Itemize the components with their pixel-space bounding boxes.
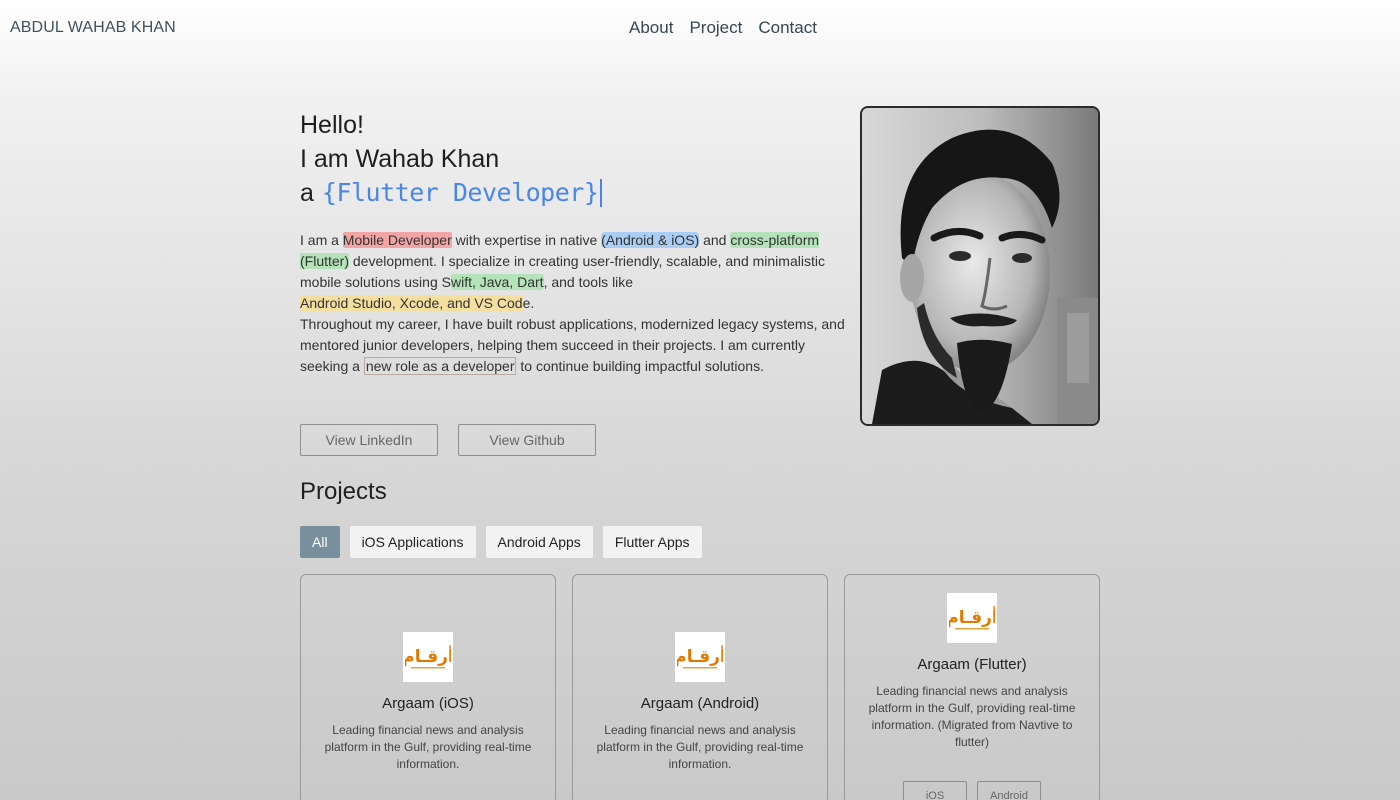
nav-contact[interactable]: Contact [758,18,817,38]
project-filters: All iOS Applications Android Apps Flutte… [300,526,702,558]
hero-bio: I am a Mobile Developer with expertise i… [300,230,850,377]
site-brand[interactable]: ABDUL WAHAB KHAN [10,19,176,37]
bio-text: e. [522,295,535,311]
filter-android[interactable]: Android Apps [485,526,593,558]
project-tags: iOS Android [903,781,1041,800]
bio-text: to continue building impactful solutions… [516,358,764,374]
argaam-logo-mark: أرقـام [677,645,723,669]
bio-highlight-mobile: Mobile Developer [342,232,452,248]
bio-highlight-languages: wift, Java, Dart [450,274,544,290]
projects-heading: Projects [300,478,387,505]
hero-buttons: View LinkedIn View Github [300,424,596,456]
nav-about[interactable]: About [629,18,673,38]
profile-photo [860,106,1100,426]
logo-text: أرقـام [949,606,995,628]
bio-highlight-native: (Android & iOS) [601,232,700,248]
argaam-logo: أرقـام [947,593,997,643]
project-card[interactable]: أرقـام Argaam (Android) Leading financia… [572,574,828,800]
bio-text: with expertise in native [451,232,602,248]
greeting-hello: Hello! [300,111,364,139]
argaam-logo: أرقـام [403,632,453,682]
argaam-logo-mark: أرقـام [405,645,451,669]
filter-flutter[interactable]: Flutter Apps [602,526,702,558]
greeting-name: I am Wahab Khan [300,145,500,173]
main-nav: About Project Contact [629,18,817,38]
project-title: Argaam (iOS) [382,695,474,712]
tag-ios-button[interactable]: iOS [903,781,967,800]
bio-highlight-role: new role as a developer [363,357,517,375]
nav-project[interactable]: Project [689,18,742,38]
project-card[interactable]: أرقـام Argaam (iOS) Leading financial ne… [300,574,556,800]
project-description: Leading financial news and analysis plat… [868,684,1076,749]
filter-all[interactable]: All [300,526,340,558]
hero-greeting: Hello! I am Wahab Khan a {Flutter Develo… [300,108,850,210]
project-cards: أرقـام Argaam (iOS) Leading financial ne… [300,574,1100,800]
typing-caret [600,179,603,207]
project-card[interactable]: أرقـام Argaam (Flutter) Leading financia… [844,574,1100,800]
greeting-role-line: a {Flutter Developer} [300,176,850,210]
project-description: Leading financial news and analysis plat… [324,723,532,771]
greeting-prefix: a [300,179,314,207]
bio-text: , and tools like [543,274,634,290]
view-github-button[interactable]: View Github [458,424,596,456]
argaam-logo: أرقـام [675,632,725,682]
project-description: Leading financial news and analysis plat… [596,723,804,771]
filter-ios[interactable]: iOS Applications [349,526,476,558]
argaam-logo-mark: أرقـام [949,606,995,630]
logo-text: أرقـام [405,645,451,667]
hero-section: Hello! I am Wahab Khan a {Flutter Develo… [300,108,850,377]
bio-text: and [699,232,731,248]
project-title: Argaam (Flutter) [917,656,1027,673]
tag-android-button[interactable]: Android [977,781,1041,800]
logo-text: أرقـام [677,645,723,667]
typed-role: {Flutter Developer} [321,178,599,207]
project-title: Argaam (Android) [640,695,760,712]
view-linkedin-button[interactable]: View LinkedIn [300,424,438,456]
bio-highlight-tools: Android Studio, Xcode, and VS Cod [300,295,523,311]
bio-text: I am a [300,232,343,248]
profile-photo-illustration [862,108,1098,424]
